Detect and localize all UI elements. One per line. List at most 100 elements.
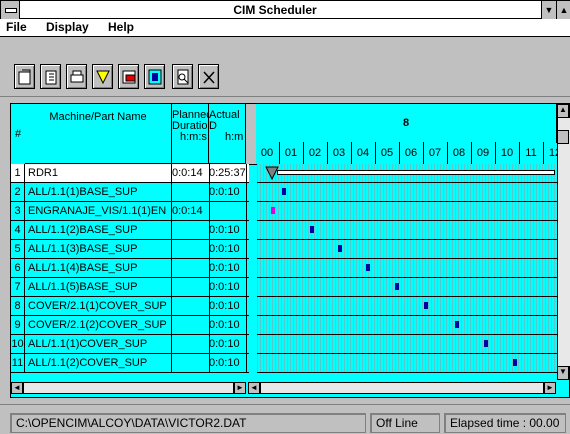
table-row[interactable]: 10 ALL/1.1(1)COVER_SUP 0:0:10	[11, 335, 249, 354]
gantt-row[interactable]	[257, 164, 557, 183]
gantt-scroll-left-button[interactable]: ◄	[248, 382, 260, 394]
table-row[interactable]: 8 COVER/2.1(1)COVER_SUP 0:0:10	[11, 297, 249, 316]
cell-actual: 0:0:10	[209, 316, 247, 334]
hour-label: 07	[423, 142, 448, 164]
cell-name: ALL/1.1(1)COVER_SUP	[25, 335, 172, 353]
status-elapsed-time: Elapsed time : 00.00	[444, 413, 566, 433]
cell-name: ENGRANAJE_VIS/1.1(1)EN	[25, 202, 172, 220]
hour-label: 10	[495, 142, 520, 164]
hour-label: 05	[375, 142, 400, 164]
gantt-row[interactable]	[257, 316, 557, 335]
table-row[interactable]: 1 RDR1 0:0:14 0:25:37	[11, 164, 249, 183]
menu-file[interactable]: File	[6, 20, 27, 34]
cell-num: 9	[11, 316, 25, 334]
gantt-row[interactable]	[257, 354, 557, 373]
cell-name: ALL/1.1(3)BASE_SUP	[25, 240, 172, 258]
scroll-down-button[interactable]: ▼	[557, 366, 569, 380]
table-row[interactable]: 4 ALL/1.1(2)BASE_SUP 0:0:10	[11, 221, 249, 240]
cell-actual: 0:0:10	[209, 183, 247, 201]
hour-label: 08	[447, 142, 472, 164]
gantt-row[interactable]	[257, 221, 557, 240]
gantt-scroll-right-button[interactable]: ►	[544, 382, 556, 394]
exit-button[interactable]	[198, 64, 219, 89]
gantt-task-marker[interactable]	[338, 245, 342, 252]
cell-num: 7	[11, 278, 25, 296]
table-row[interactable]: 3 ENGRANAJE_VIS/1.1(1)EN 0:0:14	[11, 202, 249, 221]
table-body: 1 RDR1 0:0:14 0:25:37 2 ALL/1.1(1)BASE_SUP 0:0…	[11, 164, 570, 382]
gantt-task-marker[interactable]	[282, 188, 286, 195]
table-row[interactable]: 11 ALL/1.1(2)COVER_SUP 0:0:10	[11, 354, 249, 373]
open-icon	[18, 69, 31, 85]
cell-planned	[172, 278, 210, 296]
column-header-actual: Actual D h:m	[209, 104, 246, 164]
cell-planned	[172, 335, 210, 353]
cell-name: ALL/1.1(2)COVER_SUP	[25, 354, 172, 372]
gantt-hour-header: 00 01 02 03 04 05 06 07 08 09 10 11 12	[256, 142, 568, 165]
save-button[interactable]	[40, 64, 61, 89]
filter-button[interactable]	[92, 64, 113, 89]
table-row[interactable]: 2 ALL/1.1(1)BASE_SUP 0:0:10	[11, 183, 249, 202]
hour-label: 04	[351, 142, 376, 164]
gantt-row[interactable]	[257, 183, 557, 202]
run-button[interactable]	[118, 64, 139, 89]
table-row[interactable]: 6 ALL/1.1(4)BASE_SUP 0:0:10	[11, 259, 249, 278]
system-menu-button[interactable]	[1, 1, 20, 20]
cell-num: 11	[11, 354, 25, 372]
menu-help[interactable]: Help	[108, 20, 134, 34]
table-row[interactable]: 5 ALL/1.1(3)BASE_SUP 0:0:10	[11, 240, 249, 259]
left-scroll-left-button[interactable]: ◄	[11, 382, 23, 394]
view-button[interactable]	[144, 64, 165, 89]
gantt-task-marker[interactable]	[513, 359, 517, 366]
title-bar: CIM Scheduler ▼ ▲	[0, 0, 570, 20]
hour-label: 06	[399, 142, 424, 164]
cell-actual: 0:0:10	[209, 221, 247, 239]
maximize-button[interactable]: ▲	[556, 1, 570, 20]
gantt-task-marker[interactable]	[310, 226, 314, 233]
print-button[interactable]	[66, 64, 87, 89]
start-marker-icon	[265, 166, 279, 181]
cell-num: 1	[11, 164, 25, 182]
actual-units-label: h:m	[225, 131, 244, 143]
cell-name: ALL/1.1(4)BASE_SUP	[25, 259, 172, 277]
scroll-up-button[interactable]: ▲	[557, 104, 569, 118]
table-row[interactable]: 7 ALL/1.1(5)BASE_SUP 0:0:10	[11, 278, 249, 297]
left-horizontal-scroll-track[interactable]	[23, 382, 234, 394]
cell-num: 5	[11, 240, 25, 258]
cell-num: 10	[11, 335, 25, 353]
gantt-task-marker[interactable]	[271, 207, 275, 214]
hour-label: 02	[303, 142, 328, 164]
gantt-row[interactable]	[257, 202, 557, 221]
menu-display[interactable]: Display	[46, 20, 89, 34]
left-scroll-right-button[interactable]: ►	[234, 382, 246, 394]
menu-bar: File Display Help	[0, 19, 570, 37]
cell-name: ALL/1.1(1)BASE_SUP	[25, 183, 172, 201]
vertical-scroll-track[interactable]	[557, 118, 570, 366]
gantt-task-marker[interactable]	[484, 340, 488, 347]
status-file-path: C:\OPENCIM\ALCOY\DATA\VICTOR2.DAT	[10, 413, 366, 433]
gantt-task-marker[interactable]	[424, 302, 428, 309]
vertical-scroll-thumb[interactable]	[557, 130, 569, 144]
open-button[interactable]	[14, 64, 35, 89]
save-icon	[45, 70, 57, 85]
minimize-button[interactable]: ▼	[541, 1, 556, 20]
gantt-row[interactable]	[257, 335, 557, 354]
cell-planned	[172, 354, 210, 372]
gantt-task-marker[interactable]	[455, 321, 459, 328]
table-row[interactable]: 9 COVER/2.1(2)COVER_SUP 0:0:10	[11, 316, 249, 335]
run-icon	[122, 70, 136, 84]
gantt-horizontal-scroll-track[interactable]	[260, 382, 544, 394]
cell-planned	[172, 259, 210, 277]
close-icon	[203, 71, 215, 84]
preview-button[interactable]	[172, 64, 193, 89]
cell-planned: 0:0:14	[172, 202, 210, 220]
gantt-task-marker[interactable]	[366, 264, 370, 271]
gantt-row[interactable]	[257, 259, 557, 278]
gantt-row[interactable]	[257, 297, 557, 316]
gantt-row[interactable]	[257, 240, 557, 259]
gantt-row[interactable]	[257, 278, 557, 297]
cell-actual	[209, 202, 247, 220]
gantt-task-marker[interactable]	[395, 283, 399, 290]
cell-num: 3	[11, 202, 25, 220]
schedule-grid: # Machine/Part Name Planned Duration h:m…	[10, 103, 570, 398]
view-icon	[148, 69, 162, 85]
